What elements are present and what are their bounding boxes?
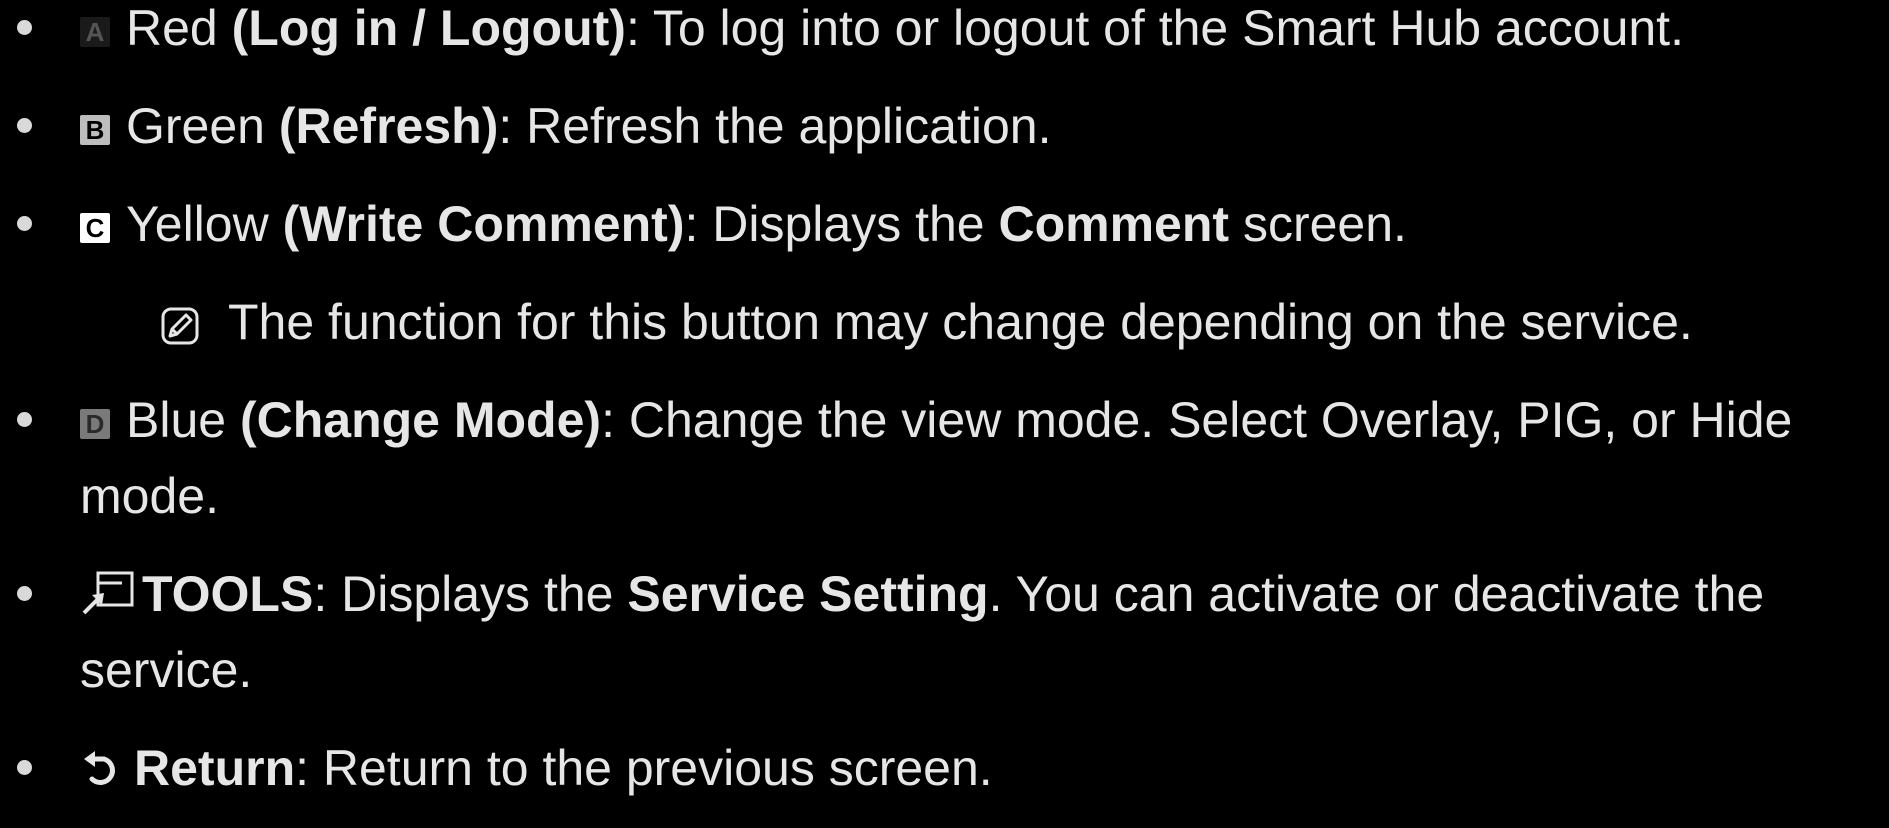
tools-icon — [82, 571, 134, 615]
color-label: Blue — [126, 392, 227, 448]
yellow-key-icon: C — [80, 213, 110, 243]
item-description-after: screen. — [1229, 196, 1407, 252]
bullet — [17, 586, 32, 601]
color-label: Red — [126, 0, 218, 56]
color-label: Yellow — [126, 196, 269, 252]
green-key-icon: B — [80, 115, 110, 145]
blue-key-icon: D — [80, 409, 110, 439]
item-description-bold: Service Setting — [627, 566, 989, 622]
list-item-yellow: C Yellow (Write Comment): Displays the Co… — [0, 186, 1889, 262]
item-description: : Refresh the application. — [498, 98, 1052, 154]
item-description-bold: Comment — [998, 196, 1230, 252]
color-label: Green — [126, 98, 265, 154]
list-item-red: A Red (Log in / Logout): To log into or l… — [0, 0, 1889, 66]
paren-open: ( — [217, 0, 249, 56]
function-label: Refresh — [295, 98, 482, 154]
return-icon — [84, 751, 115, 785]
function-label: Write Comment — [299, 196, 668, 252]
paren-close: ) — [667, 196, 685, 252]
item-description-before: : Displays the — [313, 566, 628, 622]
note: The function for this button may change … — [0, 284, 1889, 360]
bullet — [17, 216, 32, 231]
red-key-icon: A — [80, 17, 110, 47]
bullet — [17, 118, 32, 133]
paren-close: ) — [609, 0, 626, 56]
note-icon — [161, 307, 199, 345]
list-item-tools: TOOLS: Displays the Service Setting. You… — [0, 556, 1889, 708]
item-description: : Return to the previous screen. — [295, 740, 993, 796]
paren-open: ( — [226, 392, 257, 448]
return-label: Return — [134, 740, 296, 796]
function-label: Log in / Logout — [248, 0, 610, 56]
note-text: The function for this button may change … — [228, 294, 1693, 350]
item-description-before: : Displays the — [684, 196, 999, 252]
bullet — [17, 412, 32, 427]
tools-label: TOOLS — [142, 566, 314, 622]
list-item-blue: D Blue (Change Mode): Change the view mod… — [0, 382, 1889, 534]
bullet — [17, 760, 32, 775]
function-label: Change Mode — [256, 392, 585, 448]
paren-open: ( — [268, 196, 300, 252]
paren-close: ) — [481, 98, 499, 154]
item-description: : To log into or logout of the Smart Hub… — [625, 0, 1684, 56]
paren-close: ) — [584, 392, 602, 448]
list-item-return: Return: Return to the previous screen. — [0, 730, 1889, 806]
paren-open: ( — [264, 98, 296, 154]
bullet — [17, 20, 32, 35]
list-item-green: B Green (Refresh): Refresh the applicatio… — [0, 88, 1889, 164]
button-guide-list: A Red (Log in / Logout): To log into or l… — [0, 0, 1889, 828]
